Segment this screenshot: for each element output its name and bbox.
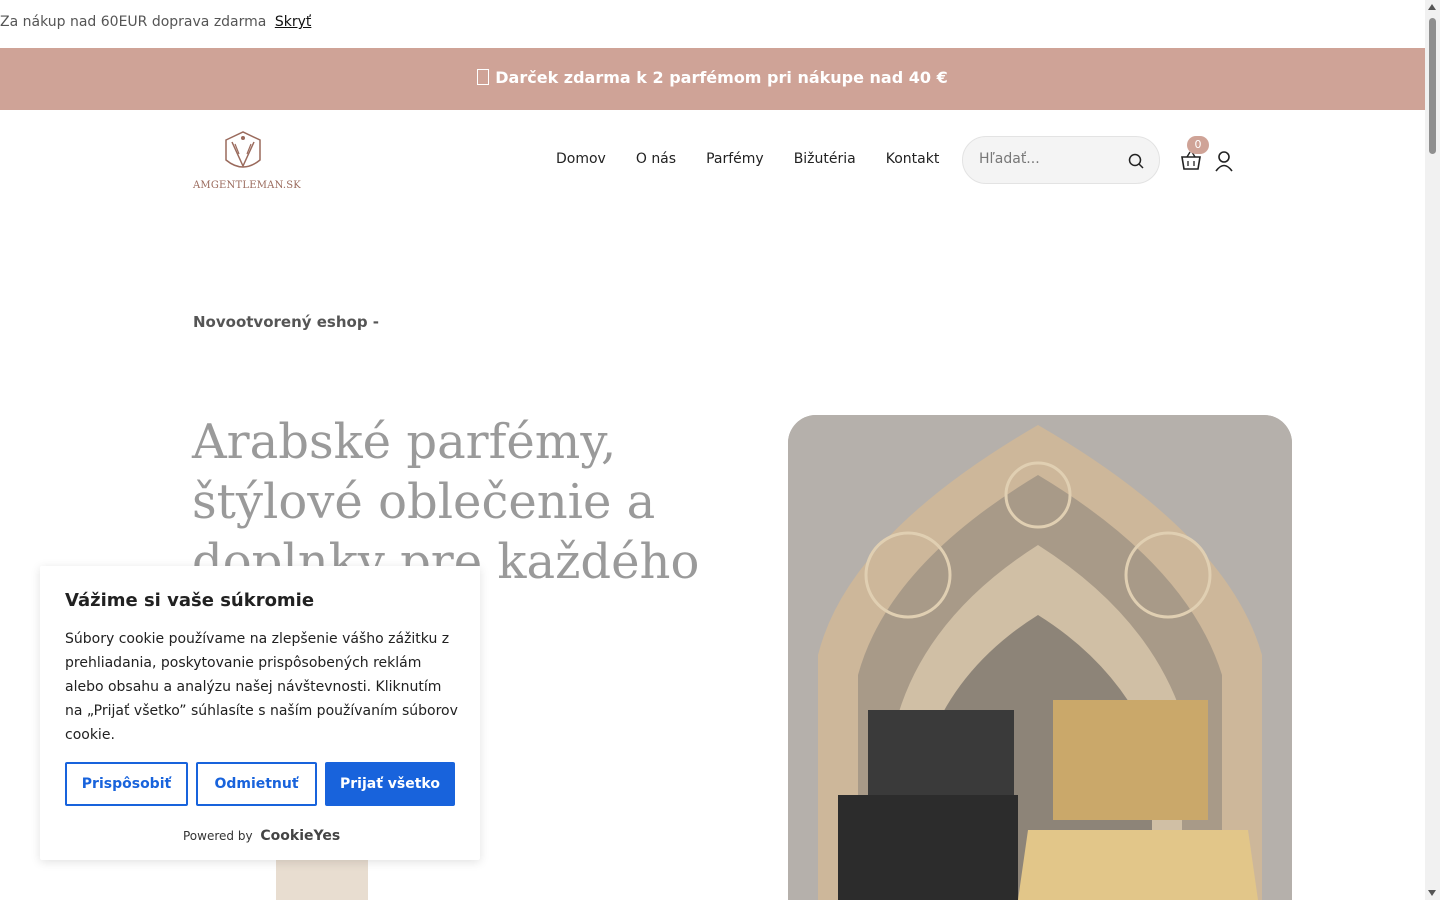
cookie-accept-all-button[interactable]: Prijať všetko — [325, 762, 455, 806]
site-header: AMGENTLEMAN.SK Domov O nás Parfémy Bižut… — [0, 110, 1425, 210]
hero-title: Arabské parfémy, štýlové oblečenie a dop… — [192, 414, 700, 590]
logo-text: AMGENTLEMAN.SK — [193, 180, 301, 191]
cookieyes-logo[interactable]: CookieYes — [260, 828, 340, 844]
cookie-reject-button[interactable]: Odmietnuť — [196, 762, 317, 806]
promo-text-wrapper: Darček zdarma k 2 parfémom pri nákupe na… — [0, 68, 1425, 87]
scroll-down-arrow-icon[interactable] — [1428, 890, 1436, 896]
perfume-bottle-image — [276, 860, 368, 900]
promo-banner: Darček zdarma k 2 parfémom pri nákupe na… — [0, 48, 1425, 110]
top-notice-bar: Za nákup nad 60EUR doprava zdarma Skryť — [0, 0, 1425, 48]
promo-text: Darček zdarma k 2 parfémom pri nákupe na… — [495, 68, 948, 87]
site-logo[interactable]: AMGENTLEMAN.SK — [193, 130, 301, 194]
nav-item-home[interactable]: Domov — [556, 151, 606, 167]
nav-item-jewelry[interactable]: Bižutéria — [794, 151, 856, 167]
cart-count-badge: 0 — [1187, 136, 1209, 154]
search-box — [962, 136, 1160, 184]
cookie-body-text: Súbory cookie používame na zlepšenie váš… — [65, 631, 458, 743]
nav-item-perfumes[interactable]: Parfémy — [706, 151, 764, 167]
hero-image — [788, 415, 1292, 900]
cookie-powered-by: Powered by CookieYes — [183, 828, 340, 844]
page-scrollbar[interactable] — [1425, 0, 1440, 900]
user-icon[interactable] — [1214, 150, 1234, 172]
cookie-customize-button[interactable]: Prispôsobiť — [65, 762, 188, 806]
arabic-arch-perfume-illustration — [788, 415, 1292, 900]
free-shipping-message: Za nákup nad 60EUR doprava zdarma Skryť — [0, 14, 311, 30]
nav-item-contact[interactable]: Kontakt — [886, 151, 940, 167]
scrollbar-thumb[interactable] — [1429, 18, 1436, 154]
logo-crest-icon — [225, 131, 261, 168]
search-input[interactable] — [977, 150, 1121, 168]
free-shipping-text: Za nákup nad 60EUR doprava zdarma — [0, 14, 267, 30]
gift-icon — [477, 69, 490, 85]
powered-by-label: Powered by — [183, 829, 253, 843]
main-nav: Domov O nás Parfémy Bižutéria Kontakt — [556, 151, 939, 167]
nav-item-about[interactable]: O nás — [636, 151, 676, 167]
hide-notice-link[interactable]: Skryť — [275, 14, 312, 30]
cookie-consent-dialog: Vážime si vaše súkromie Súbory cookie po… — [40, 566, 480, 860]
cookie-title: Vážime si vaše súkromie — [65, 590, 315, 611]
hero-subtitle: Novootvorený eshop - — [193, 313, 380, 331]
scroll-up-arrow-icon[interactable] — [1428, 4, 1436, 10]
search-icon[interactable] — [1127, 152, 1145, 170]
